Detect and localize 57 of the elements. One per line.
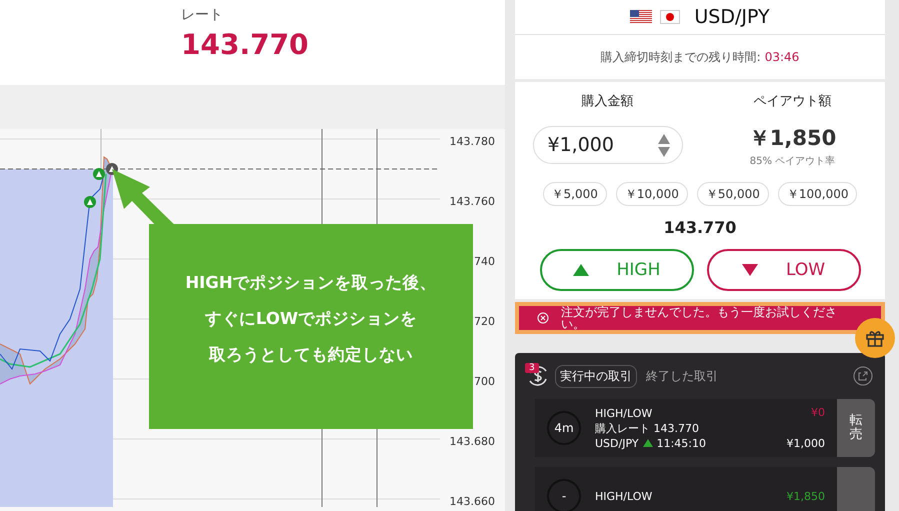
amount-value: ¥1,000: [548, 134, 614, 156]
preset-amount-button[interactable]: ￥10,000: [616, 182, 688, 206]
preset-amount-button[interactable]: ￥5,000: [542, 182, 607, 206]
trade-pair: USD/JPY: [595, 436, 639, 450]
japan-flag-icon: [660, 10, 680, 24]
axis-label: 143.680: [448, 434, 495, 450]
trade-payout: ¥1,850: [786, 490, 825, 502]
amount-label: 購入金額: [582, 93, 634, 111]
decrement-icon[interactable]: [658, 146, 670, 156]
error-message: 注文が完了しませんでした。もう一度お試しください。: [561, 306, 838, 330]
callout-text: 取ろうとしても約定しない: [209, 344, 413, 366]
callout-text: HIGHでポジションを取った後、: [185, 272, 437, 294]
low-button[interactable]: LOW: [706, 249, 860, 291]
trade-type: HIGH/LOW: [595, 406, 654, 420]
axis-label: 143.780: [448, 134, 495, 150]
purchase-rate: 購入レート 143.770: [595, 420, 700, 436]
error-icon: [537, 312, 549, 324]
gift-icon: [865, 328, 885, 348]
trade-amount: ¥1,000: [786, 437, 825, 450]
currency-pair: USD/JPY: [694, 6, 770, 28]
up-triangle-icon: [572, 264, 589, 276]
timer-circle: 4m: [547, 411, 581, 445]
current-rate: 143.770: [664, 218, 736, 237]
down-triangle-icon: [742, 264, 758, 276]
trades-tab[interactable]: 終了した取引: [641, 364, 723, 388]
buy-marker-icon: [84, 196, 96, 208]
amount-stepper[interactable]: ¥1,000: [532, 126, 682, 164]
axis-label: 143.760: [448, 194, 495, 210]
buy-marker-icon: [93, 168, 105, 180]
payout-value: ￥1,850: [748, 125, 836, 152]
us-flag-icon: [630, 10, 652, 24]
axis-label: 143.660: [448, 494, 495, 510]
axis-label: 740: [473, 254, 495, 270]
count-badge: 3: [525, 363, 539, 373]
gift-button[interactable]: [855, 318, 895, 358]
increment-icon[interactable]: [658, 134, 670, 144]
trades-tab[interactable]: 実行中の取引: [555, 364, 637, 388]
rate-value: 143.770: [181, 28, 309, 61]
trade-row[interactable]: - HIGH/LOW ¥1,850: [535, 467, 837, 511]
trade-time: 11:45:10: [656, 436, 706, 450]
callout-text: すぐにLOWでポジションを: [204, 308, 418, 330]
preset-amount-button[interactable]: ￥100,000: [778, 182, 858, 206]
trade-row[interactable]: 4m HIGH/LOW 購入レート 143.770 USD/JPY 11:45:10 ¥0 ¥1,000: [535, 399, 837, 457]
trade-payout: ¥0: [811, 406, 825, 419]
resell-button[interactable]: 転売: [837, 399, 875, 457]
payout-rate: 85% ペイアウト率: [750, 154, 836, 168]
deadline-time: 03:46: [764, 50, 800, 64]
axis-label: 720: [473, 314, 495, 330]
high-button[interactable]: HIGH: [540, 249, 694, 291]
rate-label: レート: [181, 6, 223, 24]
preset-amount-button[interactable]: ￥50,000: [696, 182, 769, 206]
trade-type: HIGH/LOW: [595, 490, 654, 502]
axis-label: 700: [473, 374, 495, 390]
payout-label: ペイアウト額: [754, 93, 832, 111]
timer-circle: -: [547, 479, 581, 511]
deadline-label: 購入締切時刻までの残り時間:: [600, 48, 761, 66]
external-link-icon[interactable]: [853, 366, 873, 386]
